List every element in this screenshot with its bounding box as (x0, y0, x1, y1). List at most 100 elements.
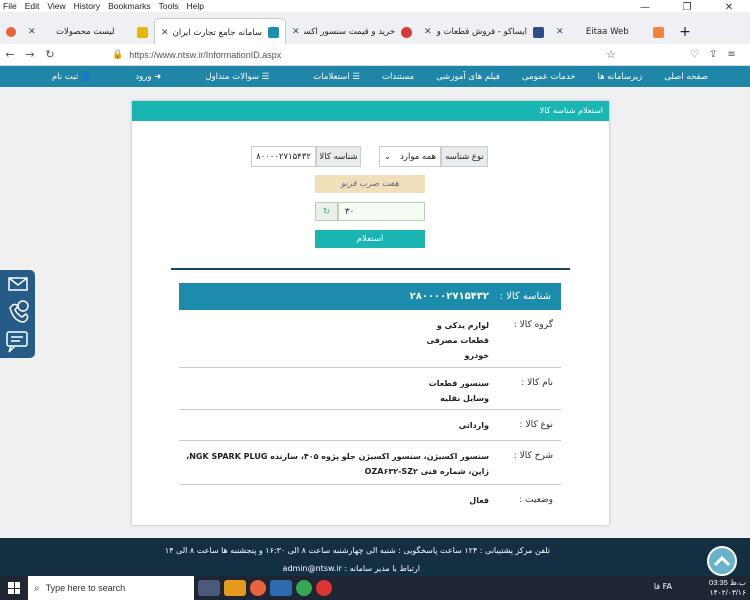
favicon-icon (652, 26, 664, 38)
row-value: سنسور قطعات وسایل نقلیه (428, 379, 489, 403)
clock-date: ۱۴۰۲/۰۳/۱۶ (709, 588, 746, 597)
support-icons[interactable] (0, 270, 35, 358)
nav-public-services[interactable]: خدمات عمومی (522, 72, 576, 82)
type-select-value: همه موارد (400, 151, 436, 162)
menu-bookmarks[interactable]: Bookmarks (104, 1, 155, 11)
reload-icon[interactable]: ↻ (40, 48, 60, 61)
result-table: شناسه کالا : ۲۸۰۰۰۰۲۷۱۵۴۳۲ گروه کالا : ل… (179, 283, 561, 515)
footer-support-line: تلفن مرکز پشتیبانی : ۱۲۴ ساعت پاسخگویی :… (164, 546, 550, 555)
system-clock[interactable]: 03:35 ب.ظ ۱۴۰۲/۰۳/۱۶ (709, 578, 746, 598)
result-row: وضعیت : فعال (179, 485, 561, 515)
clock-time: 03:35 ب.ظ (709, 578, 746, 587)
id-input[interactable]: ۸۰۰۰۰۲۷۱۵۴۳۲ (251, 146, 316, 167)
footer-admin-line: ارتباط با مدیر سامانه : admin@ntsw.ir (282, 564, 420, 573)
favicon-icon (401, 26, 412, 38)
card-title: استعلام شناسه کالا (132, 101, 609, 121)
result-row: نوع کالا : وارداتی (179, 410, 561, 441)
tab-isaco[interactable]: ✕ ایساکو - فروش قطعات و خدمات (418, 18, 550, 46)
chrome-taskbar-icon[interactable] (296, 580, 312, 596)
address-bar[interactable]: 🔒 https://www.ntsw.ir/InformationID.aspx (112, 49, 281, 60)
close-tab-icon[interactable]: ✕ (556, 27, 564, 37)
pocket-icon[interactable]: ♡ (690, 49, 699, 60)
row-key: نوع کالا : (519, 420, 553, 430)
windows-start-icon[interactable] (8, 582, 20, 594)
menu-file[interactable]: File (0, 1, 21, 11)
menu-tools[interactable]: Tools (155, 1, 183, 11)
extensions-icon[interactable]: ⇪ (709, 49, 717, 60)
tab-label: سامانه جامع تجارت ایران | ntsw.ir (172, 27, 262, 38)
close-tab-icon[interactable]: ✕ (161, 28, 169, 38)
result-id-value: ۲۸۰۰۰۰۲۷۱۵۴۳۲ (409, 291, 489, 302)
captcha-input[interactable]: ۳۰ (338, 202, 425, 221)
row-value: فعال (469, 496, 489, 505)
firefox-taskbar-icon[interactable] (250, 580, 266, 596)
tab-label: لیست محصولات (56, 27, 115, 37)
tab-label: ایساکو - فروش قطعات و خدمات (436, 27, 527, 37)
tab-label: Eitaa Web (585, 27, 629, 37)
menu-view[interactable]: View (43, 1, 69, 11)
close-tab-icon[interactable]: ✕ (292, 27, 300, 37)
favicon-icon (533, 26, 544, 38)
site-navigation: صفحه اصلی زیرسامانه ها خدمات عمومی فیلم … (0, 66, 750, 87)
favicon-icon (136, 26, 148, 38)
windows-taskbar: ⌕ Type here to search 03:35 ب.ظ ۱۴۰۲/۰۳/… (0, 576, 750, 600)
captcha-image: هفت صرب قرنو (315, 175, 425, 193)
favicon-icon (268, 27, 279, 38)
refresh-captcha-icon[interactable]: ↻ (315, 202, 338, 221)
menu-help[interactable]: Help (182, 1, 207, 11)
back-icon[interactable]: ← (0, 48, 20, 61)
row-key: گروه کالا : (513, 320, 553, 330)
firefox-menu-icon[interactable] (0, 18, 22, 46)
chevron-down-icon: ⌄ (384, 151, 392, 162)
nav-home[interactable]: صفحه اصلی (664, 72, 708, 82)
menu-history[interactable]: History (70, 1, 104, 11)
nav-register[interactable]: 👤 ثبت نام (30, 72, 92, 82)
site-footer: تلفن مرکز پشتیبانی : ۱۲۴ ساعت پاسخگویی :… (0, 538, 750, 576)
result-header: شناسه کالا : ۲۸۰۰۰۰۲۷۱۵۴۳۲ (179, 283, 561, 310)
tab-itk[interactable]: ✕ خرید و قیمت سنسور اکسیژن ITK (286, 18, 418, 46)
nav-training-videos[interactable]: فیلم های آموزشی (436, 72, 500, 82)
row-key: نام کالا : (521, 378, 553, 388)
close-tab-icon[interactable]: ✕ (424, 27, 432, 37)
chevron-up-icon (713, 555, 731, 567)
row-value: لوازم یدکی و قطعات مصرفی خودرو (426, 321, 489, 360)
result-row: نام کالا : سنسور قطعات وسایل نقلیه (179, 368, 561, 410)
type-label: نوع شناسه (441, 146, 488, 167)
row-key: وضعیت : (519, 495, 553, 505)
nav-login[interactable]: ➜ ورود (113, 72, 161, 82)
url-text: https://www.ntsw.ir/InformationID.aspx (129, 49, 282, 60)
close-tab-icon[interactable]: ✕ (28, 27, 36, 37)
lock-icon: 🔒 (112, 49, 124, 59)
nav-inquiries[interactable]: ☰ استعلامات (291, 72, 360, 82)
search-placeholder: Type here to search (45, 583, 126, 593)
tab-strip: ✕ لیست محصولات ✕ سامانه جامع تجارت ایران… (0, 14, 750, 46)
section-divider (171, 268, 570, 270)
task-view-icon[interactable] (198, 580, 220, 596)
tab-eitaa[interactable]: ✕ Eitaa Web (550, 18, 670, 46)
submit-button[interactable]: استعلام (315, 230, 425, 248)
search-icon: ⌕ (34, 582, 40, 594)
nav-subsystems[interactable]: زیرسامانه ها (598, 72, 643, 82)
navigation-bar: ← → ↻ 🔒 https://www.ntsw.ir/InformationI… (0, 44, 750, 66)
row-key: شرح کالا : (513, 451, 553, 461)
tab-products[interactable]: ✕ لیست محصولات (22, 18, 154, 46)
tab-ntsw[interactable]: ✕ سامانه جامع تجارت ایران | ntsw.ir (154, 18, 286, 46)
taskbar-search[interactable]: ⌕ Type here to search (28, 576, 194, 600)
bookmark-star-icon[interactable]: ☆ (606, 48, 616, 61)
menu-edit[interactable]: Edit (21, 1, 44, 11)
scroll-top-button[interactable] (707, 546, 737, 576)
language-indicator[interactable]: فا FA (654, 582, 672, 591)
tab-label: خرید و قیمت سنسور اکسیژن ITK (303, 27, 395, 37)
support-sidebar (0, 270, 35, 358)
result-row: گروه کالا : لوازم یدکی و قطعات مصرفی خود… (179, 310, 561, 368)
forward-icon[interactable]: → (20, 48, 40, 61)
app-menu-icon[interactable]: ≡ (727, 49, 735, 60)
new-tab-button[interactable]: + (670, 18, 700, 46)
app-taskbar-icon[interactable] (270, 580, 292, 596)
nav-documents[interactable]: مستندات (382, 72, 414, 82)
file-explorer-icon[interactable] (224, 580, 246, 596)
type-select[interactable]: ⌄ همه موارد (379, 146, 441, 167)
opera-taskbar-icon[interactable] (316, 580, 332, 596)
row-value: سنسور اکسیژن، سنسور اکسیژن جلو پژوه ۴۰۵،… (186, 452, 489, 476)
nav-faq[interactable]: ☰ سوالات متداول (183, 72, 269, 82)
